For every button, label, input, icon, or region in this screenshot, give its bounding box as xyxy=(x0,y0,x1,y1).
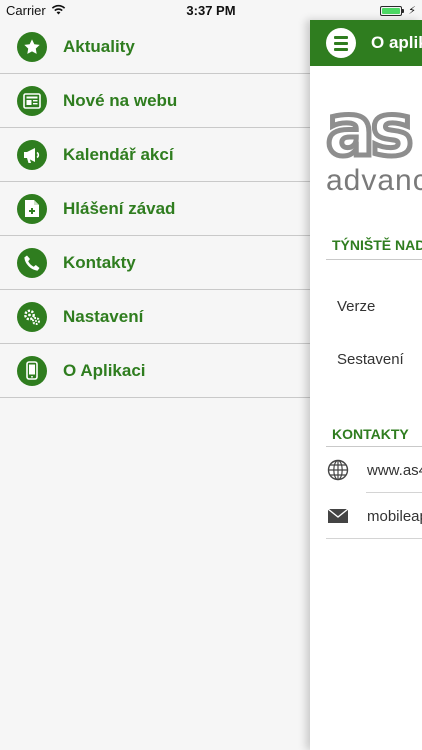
menu-label: Nastavení xyxy=(63,306,144,326)
menu-item-kalendar-akci[interactable]: Kalendář akcí xyxy=(0,128,310,182)
page-title: O aplik xyxy=(371,33,422,52)
menu-label: Kontakty xyxy=(63,252,136,272)
build-label: Sestavení xyxy=(337,351,404,368)
globe-icon xyxy=(326,458,350,482)
gears-icon xyxy=(17,301,47,332)
clock: 3:37 PM xyxy=(186,3,236,18)
email-text: mobileap xyxy=(367,507,422,525)
divider xyxy=(326,538,422,539)
version-label: Verze xyxy=(337,298,376,315)
menu-label: Nové na webu xyxy=(63,90,178,110)
contacts-section-title: KONTAKTY xyxy=(332,426,409,442)
company-logo: as advanc xyxy=(323,88,422,204)
website-text: www.as4 xyxy=(367,461,422,479)
menu-label: Kalendář akcí xyxy=(63,144,174,164)
megaphone-icon xyxy=(17,139,47,170)
charging-icon: ⚡ xyxy=(408,5,416,17)
menu-label: O Aplikaci xyxy=(63,360,146,380)
envelope-icon xyxy=(326,504,350,528)
status-right: ⚡ xyxy=(380,4,416,17)
status-bar: Carrier 3:37 PM ⚡ xyxy=(0,0,422,20)
menu-item-o-aplikaci[interactable]: O Aplikaci xyxy=(0,344,310,398)
app-section-title: TÝNIŠTĚ NAD xyxy=(332,237,422,253)
about-screen: O aplik as advanc TÝNIŠTĚ NAD Verze Sest… xyxy=(310,20,422,750)
navigation-bar: O aplik xyxy=(310,20,422,66)
menu-item-aktuality[interactable]: Aktuality xyxy=(0,20,310,74)
phone-icon xyxy=(17,247,47,278)
battery-icon xyxy=(380,5,405,16)
logo-text: advanc xyxy=(326,164,422,197)
star-icon xyxy=(17,31,47,62)
divider xyxy=(326,259,422,260)
menu-item-kontakty[interactable]: Kontakty xyxy=(0,236,310,290)
menu-toggle-button[interactable] xyxy=(326,28,356,58)
report-document-icon xyxy=(17,193,47,224)
side-menu: Aktuality Nové na webu Kalendář akcí Hlá… xyxy=(0,20,310,750)
menu-item-nove-na-webu[interactable]: Nové na webu xyxy=(0,74,310,128)
menu-item-nastaveni[interactable]: Nastavení xyxy=(0,290,310,344)
logo-mark: as xyxy=(323,88,416,172)
email-link[interactable]: mobileap xyxy=(326,493,422,539)
website-link[interactable]: www.as4 xyxy=(326,447,422,493)
menu-label: Hlášení závad xyxy=(63,198,176,218)
menu-item-hlaseni-zavad[interactable]: Hlášení závad xyxy=(0,182,310,236)
smartphone-icon xyxy=(17,355,47,386)
menu-label: Aktuality xyxy=(63,36,135,56)
newspaper-icon xyxy=(17,85,47,116)
